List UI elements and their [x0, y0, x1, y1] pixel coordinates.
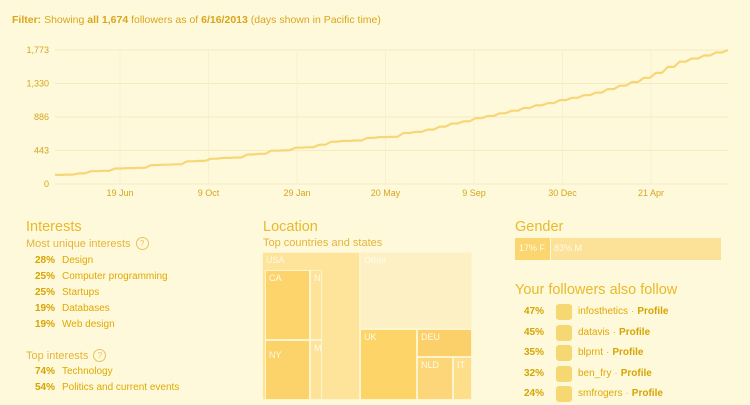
treemap-cell-ny[interactable]: NY	[265, 340, 310, 400]
separator: ·	[631, 306, 635, 318]
follow-pct: 35%	[524, 347, 545, 359]
interest-name: Web design	[62, 319, 115, 330]
also-follow-list: 47% infosthetics · Profile 45% datavis · Profil…	[524, 302, 669, 405]
separator: ·	[606, 347, 610, 359]
profile-link[interactable]: Profile	[619, 325, 650, 341]
location-treemap: USA CA N NY M Other UK DEU NLD IT	[262, 252, 472, 400]
interest-pct: 54%	[35, 382, 56, 393]
interest-item: 54% Politics and current events	[35, 380, 179, 396]
filter-summary: Filter: Showing all 1,674 followers as o…	[12, 14, 381, 26]
x-tick-label: 19 Jun	[106, 188, 133, 198]
gender-bar: 17% F 83% M	[515, 238, 721, 260]
separator: ·	[612, 326, 617, 338]
avatar-icon[interactable]	[556, 365, 572, 382]
avatar-icon[interactable]	[556, 345, 572, 362]
profile-link[interactable]: Profile	[612, 345, 643, 361]
filter-label: Filter:	[12, 14, 42, 26]
treemap-cell-deu[interactable]: DEU	[417, 329, 472, 357]
gender-title: Gender	[515, 219, 564, 235]
also-follow-item: 47% infosthetics · Profile	[524, 302, 669, 323]
separator: ·	[614, 367, 618, 379]
treemap-cell-m[interactable]: M	[310, 340, 322, 400]
interest-pct: 19%	[35, 303, 56, 314]
interest-item: 28% Design	[35, 253, 168, 269]
interest-item: 74% Technology	[35, 364, 179, 380]
interest-item: 25% Startups	[35, 285, 168, 301]
interest-pct: 25%	[35, 287, 56, 298]
followers-series-line	[55, 48, 729, 176]
follow-name[interactable]: blprnt	[578, 345, 603, 361]
y-tick-label: 1,330	[26, 79, 49, 89]
interest-name: Startups	[62, 287, 100, 298]
follow-pct: 32%	[524, 367, 545, 379]
interest-pct: 74%	[35, 366, 56, 377]
interest-name: Databases	[62, 303, 110, 314]
follow-name[interactable]: infosthetics	[578, 304, 628, 320]
interest-pct: 19%	[35, 319, 56, 330]
x-tick-label: 9 Oct	[198, 188, 220, 198]
avatar-icon[interactable]	[556, 324, 572, 341]
treemap-cell-nld[interactable]: NLD	[417, 357, 453, 400]
interest-pct: 28%	[35, 255, 56, 266]
also-follow-title: Your followers also follow	[515, 282, 678, 298]
treemap-cell-other[interactable]: Other	[360, 252, 472, 329]
top-interests-heading: Top interests?	[26, 349, 107, 362]
x-tick-label: 21 Apr	[638, 188, 664, 198]
interest-item: 19% Databases	[35, 301, 168, 317]
follow-name[interactable]: ben_fry	[578, 366, 611, 382]
interest-name: Computer programming	[62, 271, 168, 282]
profile-link[interactable]: Profile	[621, 366, 652, 382]
interest-name: Design	[62, 255, 94, 266]
help-icon[interactable]: ?	[135, 237, 149, 250]
profile-link[interactable]: Profile	[637, 304, 668, 320]
y-tick-label: 443	[34, 146, 49, 156]
follower-count: all 1,674	[87, 14, 129, 26]
y-tick-label: 1,773	[26, 45, 49, 55]
x-tick-label: 30 Dec	[548, 188, 577, 198]
also-follow-item: 24% smfrogers · Profile	[524, 384, 669, 405]
follow-pct: 45%	[524, 326, 545, 338]
interest-name: Politics and current events	[62, 382, 180, 393]
also-follow-item: 45% datavis · Profile	[524, 323, 669, 344]
treemap-cell-ca[interactable]: CA	[265, 270, 310, 340]
follow-name[interactable]: datavis	[578, 325, 610, 341]
interests-title: Interests	[26, 219, 82, 235]
x-tick-label: 20 May	[371, 188, 401, 198]
interest-item: 25% Computer programming	[35, 269, 168, 285]
treemap-cell-uk[interactable]: UK	[360, 329, 417, 400]
x-tick-label: 29 Jan	[283, 188, 310, 198]
gender-female-label: 17% F	[519, 243, 546, 253]
location-subtitle: Top countries and states	[263, 237, 383, 249]
y-tick-label: 0	[44, 179, 49, 189]
treemap-cell-n[interactable]: N	[310, 270, 322, 340]
interest-name: Technology	[62, 366, 113, 377]
gender-male-label: 83% M	[554, 243, 583, 253]
treemap-cell-ita[interactable]: IT	[453, 357, 472, 400]
y-tick-label: 886	[34, 112, 49, 122]
also-follow-item: 35% blprnt · Profile	[524, 343, 669, 364]
interest-pct: 25%	[35, 271, 56, 282]
followers-line-chart: 0 443 886 1,330 1,773 19 Jun 9 Oct 29 Jan 20 May…	[26, 45, 729, 198]
x-tick-label: 9 Sep	[462, 188, 486, 198]
also-follow-item: 32% ben_fry · Profile	[524, 364, 669, 385]
unique-interests-heading: Most unique interests?	[26, 237, 149, 250]
unique-interests-list: 28% Design 25% Computer programming 25% Start…	[35, 253, 168, 333]
avatar-icon[interactable]	[556, 304, 572, 321]
as-of-date: 6/16/2013	[201, 14, 248, 26]
top-interests-list: 74% Technology 54% Politics and current eve…	[35, 364, 179, 396]
follow-pct: 47%	[524, 306, 545, 318]
help-icon[interactable]: ?	[93, 349, 107, 362]
interest-item: 19% Web design	[35, 317, 168, 333]
location-title: Location	[263, 219, 318, 235]
